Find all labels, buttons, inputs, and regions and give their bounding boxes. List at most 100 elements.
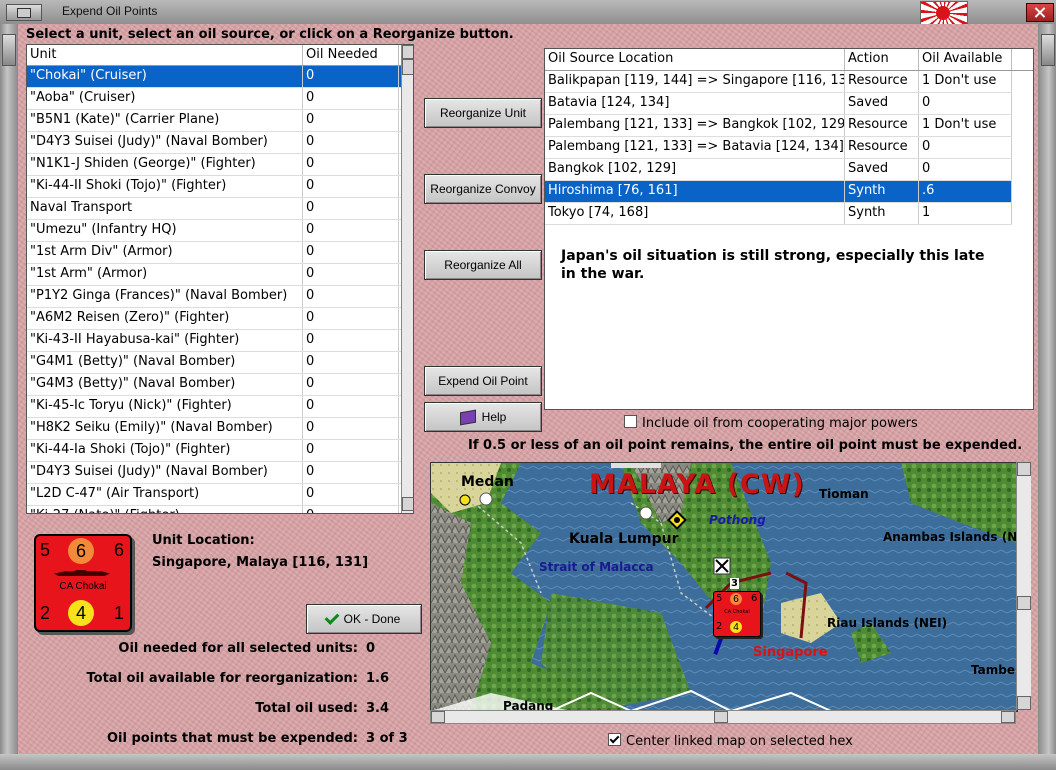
- ok-done-button[interactable]: OK - Done: [306, 604, 422, 634]
- oil-sources-body: Balikpapan [119, 144] => Singapore [116,…: [545, 71, 1033, 225]
- unit-row[interactable]: "Ki-44-Ia Shoki (Tojo)" (Fighter) 0: [27, 440, 413, 462]
- unit-row[interactable]: "Ki-44-II Shoki (Tojo)" (Fighter) 0: [27, 176, 413, 198]
- scroll-up-icon[interactable]: [402, 45, 413, 59]
- center-map-checkbox[interactable]: [608, 733, 621, 746]
- map-scroll-right-icon[interactable]: [1001, 711, 1015, 723]
- oil-needed-cell: 0: [303, 484, 399, 505]
- unit-row[interactable]: "1st Arm" (Armor) 0: [27, 264, 413, 286]
- units-table-header: Unit Oil Needed: [27, 45, 413, 66]
- instruction-prompt: Select a unit, select an oil source, or …: [26, 27, 514, 42]
- unit-name-cell: "D4Y3 Suisei (Judy)" (Naval Bomber): [27, 132, 303, 153]
- oil-needed-cell: 0: [303, 440, 399, 461]
- oil-source-action-cell: Saved: [845, 159, 919, 180]
- oil-available-cell: .6: [919, 181, 1012, 202]
- reorganize-all-button[interactable]: Reorganize All: [424, 250, 542, 280]
- scroll-down-icon[interactable]: [402, 497, 413, 511]
- oil-source-location-cell: Bangkok [102, 129]: [545, 159, 845, 180]
- expend-oil-point-button[interactable]: Expend Oil Point: [424, 366, 542, 396]
- map-scroll-up-icon[interactable]: [1017, 462, 1031, 476]
- unit-row[interactable]: "P1Y2 Ginga (Frances)" (Naval Bomber) 0: [27, 286, 413, 308]
- map-vertical-scrollbar[interactable]: [1016, 462, 1031, 710]
- oil-source-row[interactable]: Tokyo [74, 168] Synth 1: [545, 203, 1012, 225]
- unit-row[interactable]: Naval Transport 0: [27, 198, 413, 220]
- oil-source-row[interactable]: Palembang [121, 133] => Bangkok [102, 12…: [545, 115, 1012, 137]
- system-menu-icon[interactable]: [6, 4, 42, 21]
- unit-name-cell: "1st Arm Div" (Armor): [27, 242, 303, 263]
- unit-row[interactable]: "H8K2 Seiku (Emily)" (Naval Bomber) 0: [27, 418, 413, 440]
- map-unit-counter[interactable]: 5 6 6 CA Chokai 2 4: [713, 591, 761, 637]
- map-hscroll-thumb[interactable]: [714, 711, 728, 723]
- linked-map[interactable]: 5 6 6 CA Chokai 2 4 3 MALAYA (CW) Medan …: [430, 462, 1018, 712]
- map-label-tioman: Tioman: [819, 487, 869, 501]
- unit-row[interactable]: "Umezu" (Infantry HQ) 0: [27, 220, 413, 242]
- unit-row[interactable]: "B5N1 (Kate)" (Carrier Plane) 0: [27, 110, 413, 132]
- unit-name-cell: "Ki-44-II Shoki (Tojo)" (Fighter): [27, 176, 303, 197]
- stat-value: 3 of 3: [366, 731, 408, 746]
- unit-name-cell: "Ki-43-II Hayabusa-kai" (Fighter): [27, 330, 303, 351]
- oil-needed-cell: 0: [303, 242, 399, 263]
- counter-size: 1: [114, 603, 125, 623]
- units-scrollbar[interactable]: [401, 45, 413, 513]
- oil-needed-cell: 0: [303, 154, 399, 175]
- map-label-singapore: Singapore: [753, 645, 828, 660]
- column-header-oil-available[interactable]: Oil Available: [919, 49, 1012, 70]
- oil-needed-cell: 0: [303, 66, 399, 87]
- oil-source-row[interactable]: Palembang [121, 133] => Batavia [124, 13…: [545, 137, 1012, 159]
- map-scroll-down-icon[interactable]: [1017, 696, 1031, 710]
- counter-range: 6: [114, 540, 125, 560]
- oil-needed-cell: 0: [303, 462, 399, 483]
- unit-row[interactable]: "G4M3 (Betty)" (Naval Bomber) 0: [27, 374, 413, 396]
- map-horizontal-scrollbar[interactable]: [430, 710, 1016, 724]
- unit-name-cell: "1st Arm" (Armor): [27, 264, 303, 285]
- window-frame-bottom: [0, 754, 1056, 770]
- oil-source-row[interactable]: Balikpapan [119, 144] => Singapore [116,…: [545, 71, 1012, 93]
- scroll-thumb[interactable]: [402, 59, 413, 75]
- unit-row[interactable]: "D4Y3 Suisei (Judy)" (Naval Bomber) 0: [27, 462, 413, 484]
- map-scroll-left-icon[interactable]: [431, 711, 445, 723]
- unit-name-cell: Naval Transport: [27, 198, 303, 219]
- column-header-action[interactable]: Action: [845, 49, 919, 70]
- unit-name-cell: "B5N1 (Kate)" (Carrier Plane): [27, 110, 303, 131]
- unit-row[interactable]: "Ki-43-II Hayabusa-kai" (Fighter) 0: [27, 330, 413, 352]
- unit-row[interactable]: "A6M2 Reisen (Zero)" (Fighter) 0: [27, 308, 413, 330]
- unit-location-value: Singapore, Malaya [116, 131]: [152, 555, 369, 570]
- oil-source-row[interactable]: Bangkok [102, 129] Saved 0: [545, 159, 1012, 181]
- include-coop-option[interactable]: Include oil from cooperating major power…: [624, 415, 918, 431]
- unit-row[interactable]: "N1K1-J Shiden (George)" (Fighter) 0: [27, 154, 413, 176]
- unit-row[interactable]: "L2D C-47" (Air Transport) 0: [27, 484, 413, 506]
- unit-row[interactable]: "Ki-45-Ic Toryu (Nick)" (Fighter) 0: [27, 396, 413, 418]
- unit-row[interactable]: "Chokai" (Cruiser) 0: [27, 66, 413, 88]
- window-frame-left: [0, 24, 18, 770]
- oil-needed-cell: 0: [303, 198, 399, 219]
- map-label-medan: Medan: [461, 474, 514, 490]
- close-icon[interactable]: [1026, 3, 1054, 22]
- column-header-oil-needed[interactable]: Oil Needed: [303, 45, 399, 65]
- stat-label: Total oil used:: [255, 701, 358, 716]
- oil-source-action-cell: Saved: [845, 93, 919, 114]
- map-label-pothong: Pothong: [709, 513, 766, 527]
- units-table-body: "Chokai" (Cruiser) 0 "Aoba" (Cruiser) 0 "B5N…: [27, 66, 413, 513]
- oil-needed-cell: 0: [303, 264, 399, 285]
- map-region-title: MALAYA (CW): [589, 469, 805, 500]
- unit-row[interactable]: "D4Y3 Suisei (Judy)" (Naval Bomber) 0: [27, 132, 413, 154]
- column-header-unit[interactable]: Unit: [27, 45, 303, 65]
- help-button-label: Help: [481, 410, 507, 424]
- reorganize-convoy-button[interactable]: Reorganize Convoy: [424, 174, 542, 204]
- unit-row[interactable]: "G4M1 (Betty)" (Naval Bomber) 0: [27, 352, 413, 374]
- unit-row[interactable]: "Aoba" (Cruiser) 0: [27, 88, 413, 110]
- column-header-oil-source-location[interactable]: Oil Source Location: [545, 49, 845, 70]
- oil-source-row[interactable]: Batavia [124, 134] Saved 0: [545, 93, 1012, 115]
- units-table: Unit Oil Needed "Chokai" (Cruiser) 0 "Aoba…: [26, 44, 414, 514]
- oil-source-action-cell: Synth: [845, 203, 919, 224]
- include-coop-checkbox[interactable]: [624, 415, 637, 428]
- oil-needed-cell: 0: [303, 110, 399, 131]
- center-map-option[interactable]: Center linked map on selected hex: [608, 733, 853, 749]
- help-button[interactable]: Help: [424, 402, 542, 432]
- unit-row[interactable]: "1st Arm Div" (Armor) 0: [27, 242, 413, 264]
- reorganize-unit-button[interactable]: Reorganize Unit: [424, 98, 542, 128]
- map-vscroll-thumb[interactable]: [1017, 596, 1031, 610]
- oil-source-action-cell: Resource: [845, 115, 919, 136]
- unit-row[interactable]: "Ki-27 (Nate)" (Fighter)0: [27, 506, 413, 513]
- stat-label: Oil needed for all selected units:: [118, 641, 358, 656]
- oil-source-row[interactable]: Hiroshima [76, 161] Synth .6: [545, 181, 1012, 203]
